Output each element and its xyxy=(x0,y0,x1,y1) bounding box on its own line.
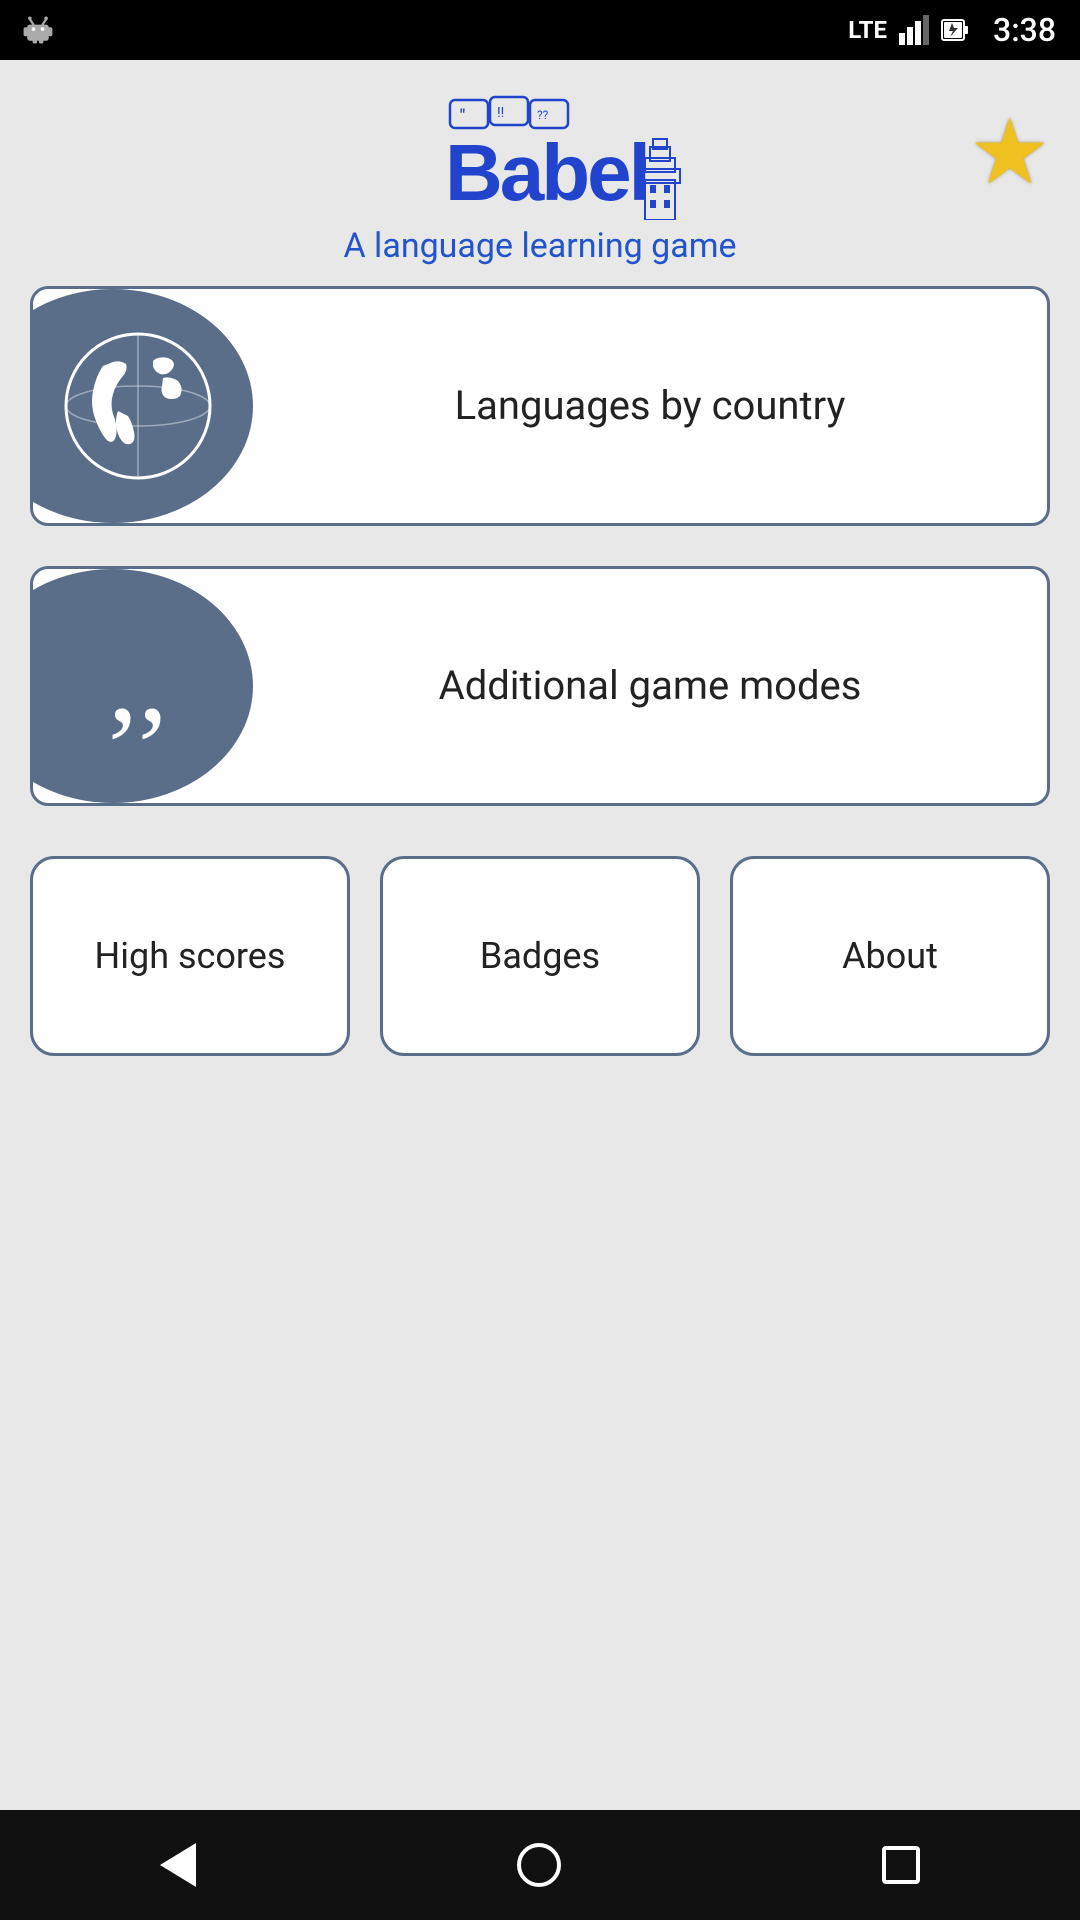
home-button[interactable] xyxy=(517,1843,561,1887)
globe-icon-container xyxy=(30,289,253,523)
additional-game-modes-label: Additional game modes xyxy=(253,569,1047,803)
back-button[interactable] xyxy=(160,1843,196,1887)
header: " !! ?? Babel xyxy=(30,90,1050,266)
svg-text:!!: !! xyxy=(497,105,504,121)
svg-text:": " xyxy=(460,105,465,124)
signal-icon xyxy=(899,15,929,45)
main-content: " !! ?? Babel xyxy=(0,60,1080,1056)
languages-by-country-button[interactable]: Languages by country xyxy=(30,286,1050,526)
about-button[interactable]: About xyxy=(730,856,1050,1056)
status-icons: LTE 3:38 xyxy=(848,11,1056,49)
languages-by-country-label: Languages by country xyxy=(253,289,1047,523)
spacer xyxy=(0,1056,1080,1810)
logo-container: " !! ?? Babel xyxy=(343,90,736,266)
svg-text:Babel: Babel xyxy=(445,128,648,217)
battery-icon xyxy=(941,15,971,45)
quote-marks-icon: ,, xyxy=(108,621,168,741)
status-time: 3:38 xyxy=(993,11,1056,49)
svg-text:??: ?? xyxy=(537,108,549,122)
globe-icon xyxy=(58,326,218,486)
android-icon xyxy=(20,12,56,48)
recent-apps-button[interactable] xyxy=(882,1846,920,1884)
babel-logo: " !! ?? Babel xyxy=(390,90,690,220)
app-subtitle: A language learning game xyxy=(343,226,736,266)
additional-game-modes-button[interactable]: ,, Additional game modes xyxy=(30,566,1050,806)
quotes-icon-container: ,, xyxy=(30,569,253,803)
status-bar: LTE 3:38 xyxy=(0,0,1080,60)
badges-button[interactable]: Badges xyxy=(380,856,700,1056)
high-scores-button[interactable]: High scores xyxy=(30,856,350,1056)
lte-indicator: LTE xyxy=(848,16,887,44)
favorites-star-icon[interactable]: ★ xyxy=(969,100,1050,205)
nav-bar xyxy=(0,1810,1080,1920)
bottom-buttons: High scores Badges About xyxy=(30,856,1050,1056)
